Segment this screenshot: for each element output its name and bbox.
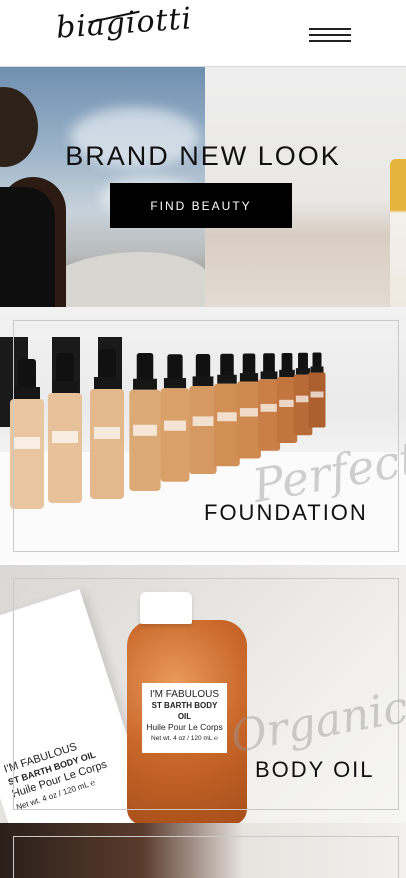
hero-product-bottle — [390, 159, 406, 307]
next-card-peek[interactable] — [0, 823, 406, 878]
menu-line — [309, 28, 351, 30]
hero-title: BRAND NEW LOOK — [65, 141, 341, 171]
site-logo[interactable]: biagiotti — [55, 1, 193, 45]
hero-model-top — [0, 187, 55, 307]
hamburger-menu-icon[interactable] — [309, 26, 351, 46]
menu-line — [309, 40, 351, 42]
foundation-caption: FOUNDATION — [204, 500, 368, 525]
body-oil-caption: BODY OIL — [255, 757, 375, 782]
body-oil-card[interactable]: I'M FABULOUS ST BARTH BODY OIL Huile Pou… — [0, 565, 406, 823]
foundation-card[interactable]: Perfect FOUNDATION — [0, 307, 406, 565]
site-header: biagiotti — [0, 0, 406, 67]
card-frame — [13, 836, 399, 878]
menu-line — [309, 34, 351, 36]
hero-banner: BRAND NEW LOOK FIND BEAUTY — [0, 67, 406, 307]
find-beauty-button[interactable]: FIND BEAUTY — [110, 183, 292, 228]
